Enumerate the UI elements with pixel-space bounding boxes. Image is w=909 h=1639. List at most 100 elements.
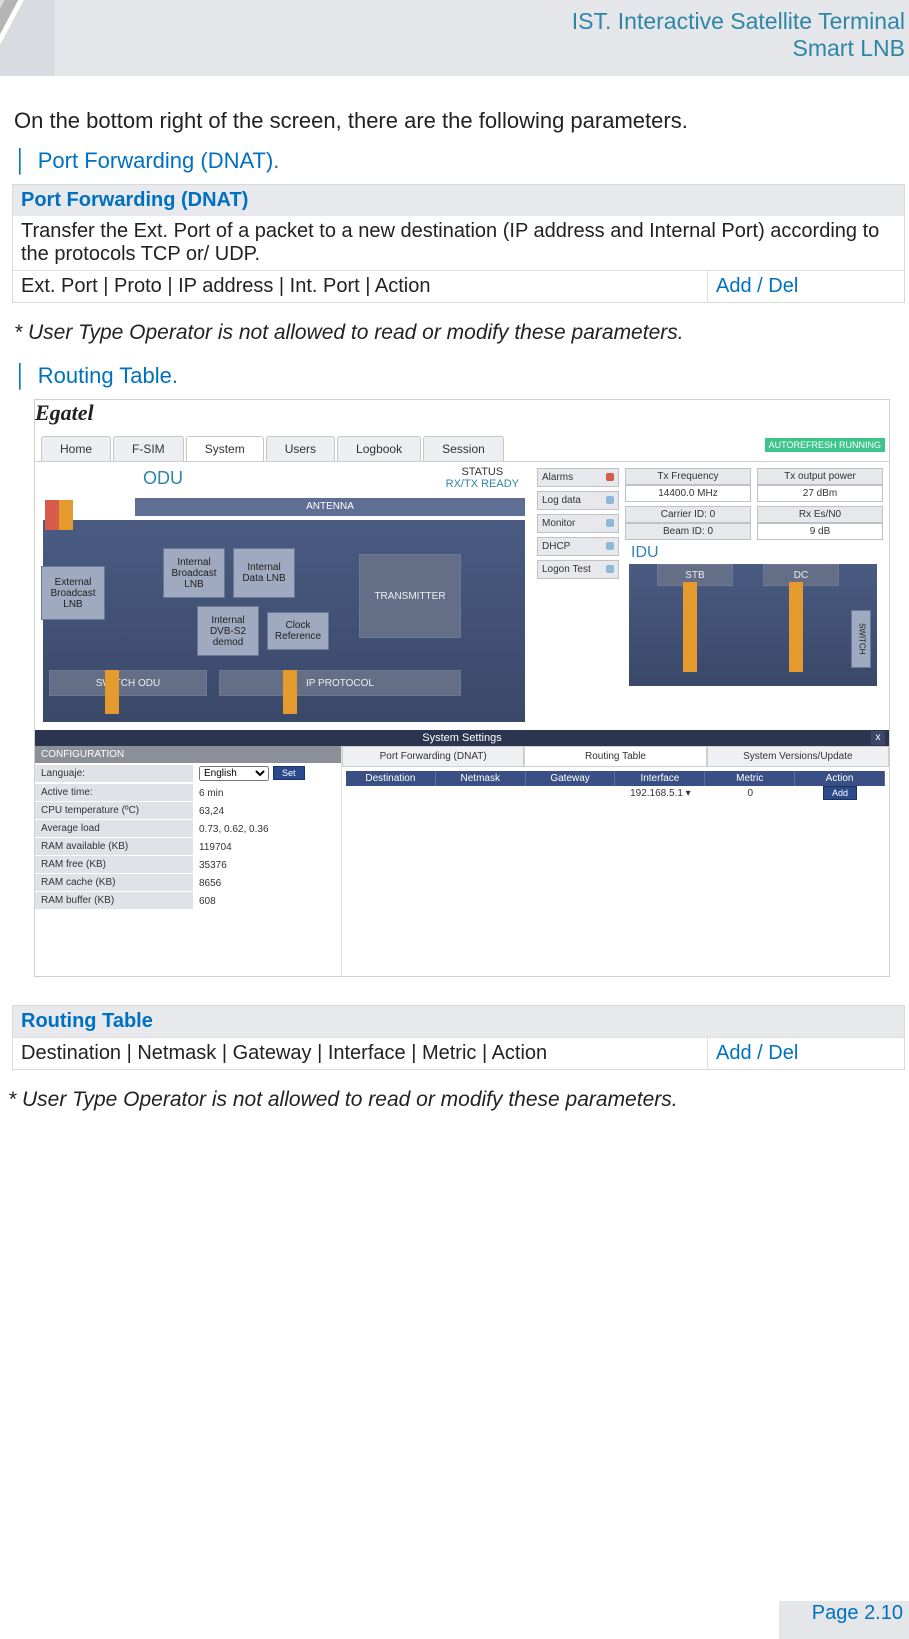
language-select[interactable]: English bbox=[199, 766, 269, 781]
chip-dvbs2-demod[interactable]: Internal DVB-S2 demod bbox=[197, 606, 259, 656]
header-title-line2: Smart LNB bbox=[572, 35, 905, 62]
page-number: Page 2.10 bbox=[812, 1602, 903, 1625]
screenshot-panel: Egatel smart LNB | REMOTE CONTROL INTERF… bbox=[34, 399, 890, 977]
side-button-logon-test[interactable]: Logon Test bbox=[537, 560, 619, 579]
pf-action: Add / Del bbox=[707, 271, 904, 302]
tab-home[interactable]: Home bbox=[41, 436, 111, 461]
header-title-line1: IST. Interactive Satellite Terminal bbox=[572, 8, 905, 35]
rt-box-title: Routing Table bbox=[13, 1006, 904, 1037]
tab-system[interactable]: System bbox=[186, 436, 264, 461]
rf-bar-icon bbox=[59, 500, 73, 530]
port-forwarding-box: Port Forwarding (DNAT) Transfer the Ext.… bbox=[12, 184, 905, 303]
chip-ip-protocol[interactable]: IP PROTOCOL bbox=[219, 670, 461, 696]
side-buttons-column: Alarms Log data Monitor DHCP Logon Test bbox=[533, 462, 623, 579]
chip-external-lnb[interactable]: External Broadcast LNB bbox=[41, 566, 105, 620]
subtab-routing-table[interactable]: Routing Table bbox=[524, 746, 706, 767]
idu-title: IDU bbox=[631, 544, 883, 562]
rt-columns: Destination | Netmask | Gateway | Interf… bbox=[13, 1038, 707, 1069]
rt-metric-value[interactable]: 0 bbox=[705, 786, 795, 801]
link-dot-icon bbox=[606, 496, 614, 504]
operator-note-1: * User Type Operator is not allowed to r… bbox=[14, 321, 903, 345]
logo-fragment bbox=[0, 0, 42, 40]
rx-esn0-value: 9 dB bbox=[757, 523, 883, 540]
tab-session[interactable]: Session bbox=[423, 436, 504, 461]
subtab-system-versions-update[interactable]: System Versions/Update bbox=[707, 746, 889, 767]
rt-col-action: Action bbox=[795, 771, 885, 786]
conf-value: 8656 bbox=[193, 875, 341, 892]
configuration-column: CONFIGURATION Languaje: English Set Active … bbox=[35, 746, 342, 976]
intro-paragraph: On the bottom right of the screen, there… bbox=[14, 108, 897, 134]
configuration-header: CONFIGURATION bbox=[35, 746, 341, 763]
close-icon[interactable]: x bbox=[871, 731, 885, 745]
section-routing-table: │Routing Table. bbox=[14, 363, 903, 389]
beam-id: Beam ID: 0 bbox=[625, 523, 751, 540]
conf-label: RAM available (KB) bbox=[35, 838, 193, 856]
idu-connector-icon bbox=[789, 582, 803, 672]
conf-label: CPU temperature (ºC) bbox=[35, 802, 193, 820]
pf-box-title: Port Forwarding (DNAT) bbox=[13, 185, 904, 216]
settings-subtabs: Port Forwarding (DNAT)Routing TableSyste… bbox=[342, 746, 889, 767]
rx-rf-bar-icon bbox=[45, 500, 59, 530]
set-button[interactable]: Set bbox=[273, 766, 305, 780]
system-settings-bar: System Settings x bbox=[35, 730, 889, 746]
odu-pane: ODU STATUS RX/TX READY ANTENNA External … bbox=[35, 462, 533, 730]
routing-table-grid: DestinationNetmaskGatewayInterfaceMetric… bbox=[346, 771, 885, 801]
rt-col-interface: Interface bbox=[615, 771, 705, 786]
routing-table-box: Routing Table Destination | Netmask | Ga… bbox=[12, 1005, 905, 1070]
add-button[interactable]: Add bbox=[823, 786, 857, 800]
header-band: IST. Interactive Satellite Terminal Smar… bbox=[0, 0, 909, 76]
tx-power-value: 27 dBm bbox=[757, 485, 883, 502]
brand-logo: Egatel bbox=[35, 400, 889, 426]
autorefresh-badge: AUTOREFRESH RUNNING bbox=[765, 438, 885, 452]
pf-box-desc: Transfer the Ext. Port of a packet to a … bbox=[13, 216, 904, 270]
conf-label: RAM buffer (KB) bbox=[35, 892, 193, 910]
conf-value: 63,24 bbox=[193, 803, 341, 820]
operator-note-2: * User Type Operator is not allowed to r… bbox=[8, 1088, 909, 1112]
conf-value: 6 min bbox=[193, 785, 341, 802]
chip-internal-data-lnb[interactable]: Internal Data LNB bbox=[233, 548, 295, 598]
main-tabs: HomeF-SIMSystemUsersLogbookSession AUTORE… bbox=[35, 436, 889, 462]
idu-connector-icon bbox=[683, 582, 697, 672]
conf-value: 0.73, 0.62, 0.36 bbox=[193, 821, 341, 838]
side-button-alarms[interactable]: Alarms bbox=[537, 468, 619, 487]
carrier-id: Carrier ID: 0 bbox=[625, 506, 751, 523]
conf-row: Average load0.73, 0.62, 0.36 bbox=[35, 820, 341, 838]
rt-interface-select[interactable]: 192.168.5.1 ▾ bbox=[615, 786, 705, 801]
antenna-bar: ANTENNA bbox=[135, 498, 525, 516]
conf-value: 608 bbox=[193, 893, 341, 910]
conf-row: RAM cache (KB)8656 bbox=[35, 874, 341, 892]
conf-label: Active time: bbox=[35, 784, 193, 802]
connector-icon bbox=[283, 670, 297, 714]
tx-freq-value: 14400.0 MHz bbox=[625, 485, 751, 502]
chip-clock-ref[interactable]: Clock Reference bbox=[267, 612, 329, 650]
conf-row: RAM buffer (KB)608 bbox=[35, 892, 341, 910]
rt-col-destination: Destination bbox=[346, 771, 436, 786]
rt-action: Add / Del bbox=[707, 1038, 904, 1069]
link-dot-icon bbox=[606, 542, 614, 550]
chip-internal-broadcast-lnb[interactable]: Internal Broadcast LNB bbox=[163, 548, 225, 598]
tx-power-label: Tx output power bbox=[757, 468, 883, 485]
tab-f-sim[interactable]: F-SIM bbox=[113, 436, 184, 461]
link-dot-icon bbox=[606, 565, 614, 573]
side-button-dhcp[interactable]: DHCP bbox=[537, 537, 619, 556]
conf-row: CPU temperature (ºC)63,24 bbox=[35, 802, 341, 820]
side-button-log-data[interactable]: Log data bbox=[537, 491, 619, 510]
tab-users[interactable]: Users bbox=[266, 436, 335, 461]
tab-logbook[interactable]: Logbook bbox=[337, 436, 421, 461]
chip-switch-odu[interactable]: SWITCH ODU bbox=[49, 670, 207, 696]
pf-columns: Ext. Port | Proto | IP address | Int. Po… bbox=[13, 271, 707, 302]
conf-row: Active time:6 min bbox=[35, 784, 341, 802]
tx-freq-label: Tx Frequency bbox=[625, 468, 751, 485]
conf-value: 119704 bbox=[193, 839, 341, 856]
subtab-port-forwarding-dnat-[interactable]: Port Forwarding (DNAT) bbox=[342, 746, 524, 767]
section-port-forwarding: │Port Forwarding (DNAT). bbox=[14, 148, 903, 174]
rx-esn0-label: Rx Es/N0 bbox=[757, 506, 883, 523]
conf-label: Languaje: bbox=[35, 765, 193, 783]
conf-row: RAM available (KB)119704 bbox=[35, 838, 341, 856]
rt-col-gateway: Gateway bbox=[526, 771, 616, 786]
conf-value: 35376 bbox=[193, 857, 341, 874]
connector-icon bbox=[105, 670, 119, 714]
side-button-monitor[interactable]: Monitor bbox=[537, 514, 619, 533]
chip-transmitter[interactable]: TRANSMITTER bbox=[359, 554, 461, 638]
idu-switch[interactable]: SWITCH bbox=[851, 610, 871, 668]
